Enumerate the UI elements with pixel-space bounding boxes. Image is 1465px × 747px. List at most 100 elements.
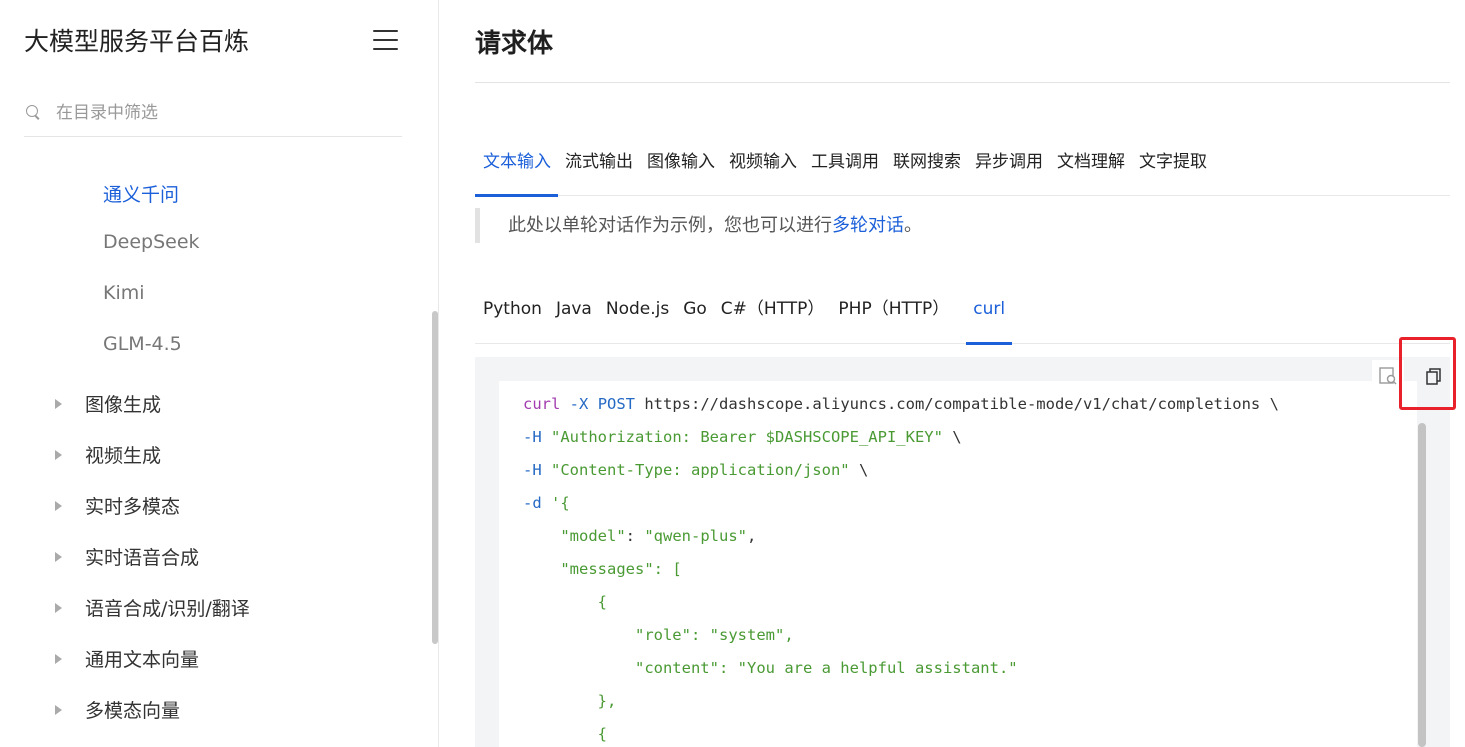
sidebar-item-video-gen[interactable]: 视频生成 — [55, 441, 161, 468]
caret-right-icon — [55, 602, 62, 613]
code-token: "Authorization: Bearer $DASHSCOPE_API_KE… — [551, 428, 943, 446]
sidebar-item-kimi[interactable]: Kimi — [103, 282, 145, 304]
sidebar-item-label: 语音合成/识别/翻译 — [85, 598, 250, 620]
sidebar-item-text-embedding[interactable]: 通用文本向量 — [55, 645, 199, 672]
code-block: curl -X POST https://dashscope.aliyuncs.… — [475, 357, 1450, 747]
code-token: POST — [597, 395, 636, 413]
code-token: -H — [523, 428, 542, 446]
tab-web-search[interactable]: 联网搜索 — [886, 140, 968, 196]
tab-doc-understanding[interactable]: 文档理解 — [1050, 140, 1132, 196]
sidebar-item-speech[interactable]: 语音合成/识别/翻译 — [55, 594, 250, 621]
caret-right-icon — [55, 500, 62, 511]
tab-csharp[interactable]: C#（HTTP） — [714, 286, 832, 344]
sidebar-item-label: 视频生成 — [85, 445, 162, 467]
code-token: \ — [849, 461, 869, 479]
input-tabs: 文本输入 流式输出 图像输入 视频输入 工具调用 联网搜索 异步调用 文档理解 … — [475, 140, 1450, 197]
tab-python[interactable]: Python — [475, 286, 549, 344]
code-token: , — [746, 527, 757, 545]
tab-video-input[interactable]: 视频输入 — [722, 140, 804, 196]
menu-icon[interactable] — [373, 30, 398, 50]
tab-text-extraction[interactable]: 文字提取 — [1132, 140, 1214, 196]
tab-nodejs[interactable]: Node.js — [599, 286, 676, 344]
code-token: { — [597, 725, 607, 743]
tab-java[interactable]: Java — [549, 286, 599, 344]
view-icon[interactable] — [1372, 360, 1404, 392]
code-token: -H — [523, 461, 542, 479]
code-token: '{ — [551, 494, 570, 512]
code-token: "content" — [634, 659, 719, 677]
sidebar-item-label: 图像生成 — [85, 394, 162, 416]
search-icon — [26, 105, 42, 121]
code-token: , — [784, 626, 794, 644]
code-content[interactable]: curl -X POST https://dashscope.aliyuncs.… — [499, 381, 1417, 747]
code-token: : — [690, 626, 710, 644]
tab-text-input[interactable]: 文本输入 — [475, 140, 558, 197]
tab-tool-call[interactable]: 工具调用 — [804, 140, 886, 196]
sidebar-item-multimodal-embedding[interactable]: 多模态向量 — [55, 696, 180, 723]
code-line: { — [523, 591, 1417, 624]
tab-go[interactable]: Go — [676, 286, 714, 344]
code-token: https://dashscope.aliyuncs.com/compatibl… — [635, 395, 1279, 413]
sidebar-item-realtime-multimodal[interactable]: 实时多模态 — [55, 492, 180, 519]
code-token: "qwen-plus" — [644, 527, 747, 545]
sidebar-item-realtime-tts[interactable]: 实时语音合成 — [55, 543, 199, 570]
code-line: "model": "qwen-plus", — [523, 525, 1417, 558]
code-token: }, — [597, 692, 617, 710]
copy-icon[interactable] — [1418, 360, 1450, 392]
code-token: "Content-Type: application/json" — [551, 461, 850, 479]
sidebar-item-label: 实时多模态 — [85, 496, 181, 518]
sidebar: 大模型服务平台百炼 通义千问 DeepSeek Kimi GLM-4.5 图像生… — [0, 0, 439, 747]
code-token: -d — [523, 494, 542, 512]
sidebar-item-deepseek[interactable]: DeepSeek — [103, 231, 200, 253]
sidebar-title: 大模型服务平台百炼 — [24, 27, 250, 56]
divider — [475, 82, 1450, 83]
code-token: : [ — [653, 560, 682, 578]
caret-right-icon — [55, 653, 62, 664]
code-token: "You are a helpful assistant." — [737, 659, 1018, 677]
tab-stream-output[interactable]: 流式输出 — [558, 140, 640, 196]
code-token: curl — [523, 395, 561, 413]
tab-php[interactable]: PHP（HTTP） — [831, 286, 956, 344]
tab-async-call[interactable]: 异步调用 — [968, 140, 1050, 196]
tab-curl[interactable]: curl — [966, 286, 1012, 345]
code-token: { — [597, 593, 607, 611]
code-line: "content": "You are a helpful assistant.… — [523, 657, 1417, 690]
sidebar-item-image-gen[interactable]: 图像生成 — [55, 390, 161, 417]
code-line: "messages": [ — [523, 558, 1417, 591]
code-line: curl -X POST https://dashscope.aliyuncs.… — [523, 393, 1417, 426]
sidebar-item-qwen[interactable]: 通义千问 — [103, 180, 179, 207]
code-token: "role" — [634, 626, 691, 644]
code-token: "messages" — [560, 560, 654, 578]
sidebar-item-label: 通用文本向量 — [85, 649, 200, 671]
sidebar-item-label: 多模态向量 — [85, 700, 181, 722]
main-content: 请求体 文本输入 流式输出 图像输入 视频输入 工具调用 联网搜索 异步调用 文… — [439, 0, 1465, 747]
caret-right-icon — [55, 449, 62, 460]
multi-turn-link[interactable]: 多轮对话 — [832, 215, 904, 236]
code-line: "role": "system", — [523, 624, 1417, 657]
sidebar-filter — [24, 90, 402, 137]
page-title: 请求体 — [475, 29, 554, 59]
code-token: "system" — [709, 626, 785, 644]
code-line: }, — [523, 690, 1417, 723]
filter-input[interactable] — [56, 103, 376, 123]
code-line: -d '{ — [523, 492, 1417, 525]
code-line: -H "Content-Type: application/json" \ — [523, 459, 1417, 492]
code-token: \ — [942, 428, 962, 446]
code-token: -X — [569, 395, 589, 413]
code-scrollbar[interactable] — [1418, 423, 1426, 747]
code-token: : — [718, 659, 738, 677]
language-tabs: Python Java Node.js Go C#（HTTP） PHP（HTTP… — [475, 286, 1450, 345]
code-line: -H "Authorization: Bearer $DASHSCOPE_API… — [523, 426, 1417, 459]
sidebar-item-label: 实时语音合成 — [85, 547, 200, 569]
caret-right-icon — [55, 704, 62, 715]
code-line: { — [523, 723, 1417, 747]
sidebar-scrollbar[interactable] — [432, 311, 438, 644]
tab-image-input[interactable]: 图像输入 — [640, 140, 722, 196]
note-callout: 此处以单轮对话作为示例，您也可以进行多轮对话。 — [475, 208, 922, 243]
code-token: "model" — [560, 527, 626, 545]
caret-right-icon — [55, 551, 62, 562]
sidebar-item-glm[interactable]: GLM-4.5 — [103, 333, 182, 355]
code-token: : — [625, 527, 645, 545]
note-text: 此处以单轮对话作为示例，您也可以进行 — [508, 215, 832, 236]
note-suffix: 。 — [904, 215, 922, 236]
